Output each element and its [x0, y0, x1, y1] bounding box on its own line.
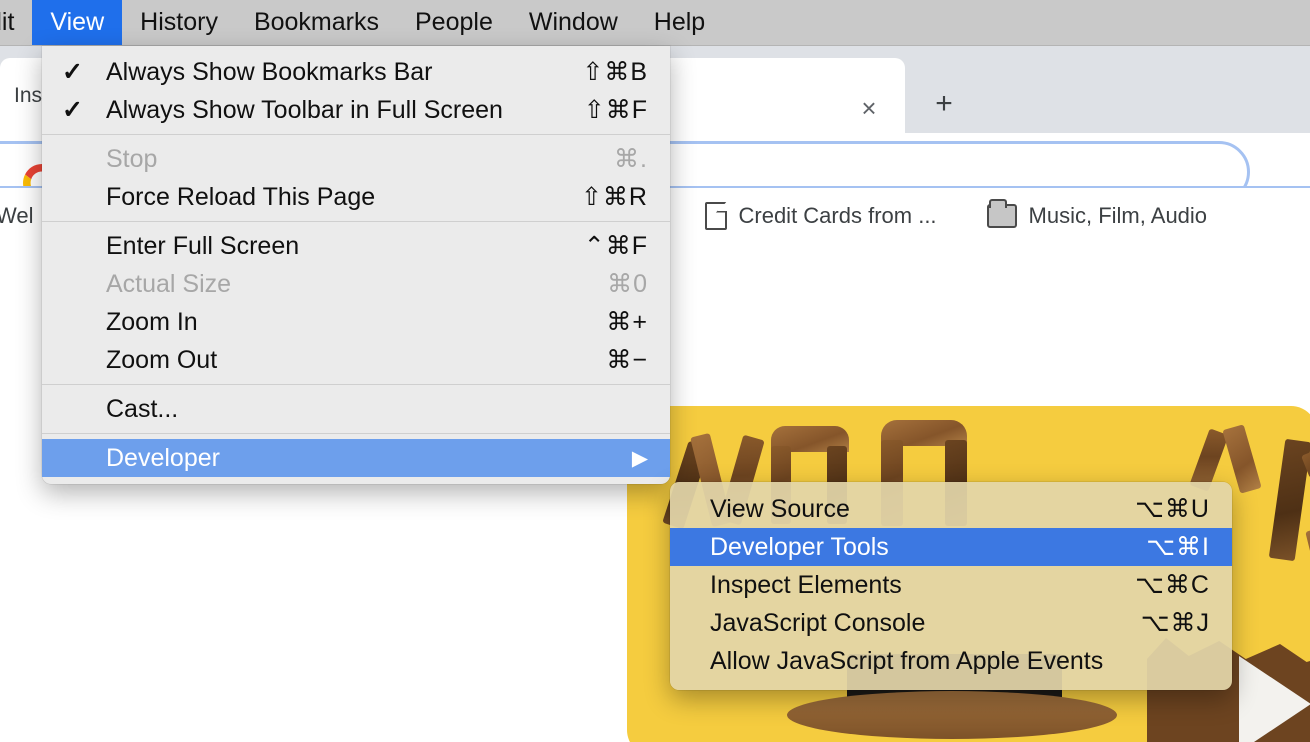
menu-item-shortcut: ⌘0: [607, 270, 648, 298]
menu-item-shortcut: ⇧⌘B: [582, 58, 648, 86]
submenu-item-shortcut: ⌥⌘C: [1135, 571, 1210, 599]
menu-item-always-show-toolbar-in-full-screen[interactable]: ✓ Always Show Toolbar in Full Screen ⇧⌘F: [42, 91, 670, 129]
bookmark-item[interactable]: Music, Film, Audio: [973, 194, 1222, 238]
menubar-item-view[interactable]: View: [32, 0, 123, 45]
submenu-item-inspect-elements[interactable]: Inspect Elements ⌥⌘C: [670, 566, 1232, 604]
check-icon: ✓: [62, 58, 83, 86]
play-icon[interactable]: [1239, 656, 1310, 742]
menu-item-zoom-in[interactable]: Zoom In ⌘+: [42, 303, 670, 341]
submenu-item-shortcut: ⌥⌘J: [1140, 609, 1210, 637]
menu-item-shortcut: ⌘−: [606, 346, 648, 374]
menu-item-stop: Stop ⌘.: [42, 140, 670, 178]
menu-separator: [42, 134, 670, 135]
menubar-item-edit[interactable]: dit: [0, 0, 32, 45]
menu-item-force-reload-this-page[interactable]: Force Reload This Page ⇧⌘R: [42, 178, 670, 216]
menu-item-developer[interactable]: Developer ▶: [42, 439, 670, 477]
menu-separator: [42, 433, 670, 434]
submenu-item-shortcut: ⌥⌘U: [1135, 495, 1210, 523]
page-icon: [704, 202, 727, 230]
menu-item-label: Stop: [106, 144, 158, 173]
submenu-item-developer-tools[interactable]: Developer Tools ⌥⌘I: [670, 528, 1232, 566]
bookmark-label: Credit Cards from ...: [738, 203, 937, 228]
bookmark-label: Music, Film, Audio: [1028, 203, 1208, 228]
submenu-item-label: JavaScript Console: [710, 608, 926, 637]
chevron-right-icon: ▶: [631, 446, 648, 470]
bookmark-label: Wel: [0, 203, 34, 228]
submenu-item-label: Inspect Elements: [710, 570, 902, 599]
bookmark-item[interactable]: Credit Cards from ...: [691, 194, 951, 238]
submenu-item-shortcut: ⌥⌘I: [1146, 533, 1210, 561]
menu-item-label: Zoom In: [106, 307, 198, 336]
menubar-item-people[interactable]: People: [397, 0, 511, 45]
menu-item-label: Actual Size: [106, 269, 232, 298]
menubar-item-bookmarks[interactable]: Bookmarks: [236, 0, 397, 45]
submenu-item-view-source[interactable]: View Source ⌥⌘U: [670, 490, 1232, 528]
folder-icon: [986, 199, 1017, 228]
submenu-item-javascript-console[interactable]: JavaScript Console ⌥⌘J: [670, 604, 1232, 642]
tab-title: Ins: [14, 84, 43, 107]
menu-item-zoom-out[interactable]: Zoom Out ⌘−: [42, 341, 670, 379]
menu-item-label: Enter Full Screen: [106, 231, 300, 260]
submenu-item-label: View Source: [710, 494, 850, 523]
menu-item-shortcut: ⌘.: [614, 145, 648, 173]
menu-item-shortcut: ⌃⌘F: [583, 232, 648, 260]
doodle-platform: [787, 691, 1117, 739]
menubar-item-history[interactable]: History: [122, 0, 236, 45]
menubar-item-help[interactable]: Help: [636, 0, 723, 45]
submenu-item-label: Developer Tools: [710, 532, 889, 561]
menu-item-shortcut: ⇧⌘F: [583, 96, 648, 124]
menu-separator: [42, 384, 670, 385]
menu-separator: [42, 221, 670, 222]
menu-item-enter-full-screen[interactable]: Enter Full Screen ⌃⌘F: [42, 227, 670, 265]
menu-item-label: Always Show Bookmarks Bar: [106, 57, 433, 86]
menubar-item-window[interactable]: Window: [511, 0, 636, 45]
menu-item-actual-size: Actual Size ⌘0: [42, 265, 670, 303]
bookmark-item[interactable]: Wel: [0, 194, 48, 238]
menu-bar: dit View History Bookmarks People Window…: [0, 0, 1310, 46]
menu-item-always-show-bookmarks-bar[interactable]: ✓ Always Show Bookmarks Bar ⇧⌘B: [42, 53, 670, 91]
close-icon[interactable]: ×: [852, 91, 886, 125]
submenu-item-allow-javascript-from-apple-events[interactable]: Allow JavaScript from Apple Events: [670, 642, 1232, 680]
check-icon: ✓: [62, 96, 83, 124]
menu-item-label: Developer: [106, 443, 220, 472]
menu-item-label: Cast...: [106, 394, 179, 423]
developer-submenu-panel: View Source ⌥⌘U Developer Tools ⌥⌘I Insp…: [670, 482, 1232, 690]
new-tab-icon[interactable]: +: [920, 80, 968, 128]
menu-item-shortcut: ⇧⌘R: [580, 183, 648, 211]
menu-item-label: Force Reload This Page: [106, 182, 376, 211]
view-menu-panel: ✓ Always Show Bookmarks Bar ⇧⌘B ✓ Always…: [42, 46, 670, 484]
submenu-item-label: Allow JavaScript from Apple Events: [710, 646, 1104, 675]
menu-item-cast[interactable]: Cast...: [42, 390, 670, 428]
menu-item-shortcut: ⌘+: [606, 308, 648, 336]
screen: Ins × + Wel vi: [0, 0, 1310, 742]
menu-item-label: Always Show Toolbar in Full Screen: [106, 95, 503, 124]
menu-item-label: Zoom Out: [106, 345, 218, 374]
